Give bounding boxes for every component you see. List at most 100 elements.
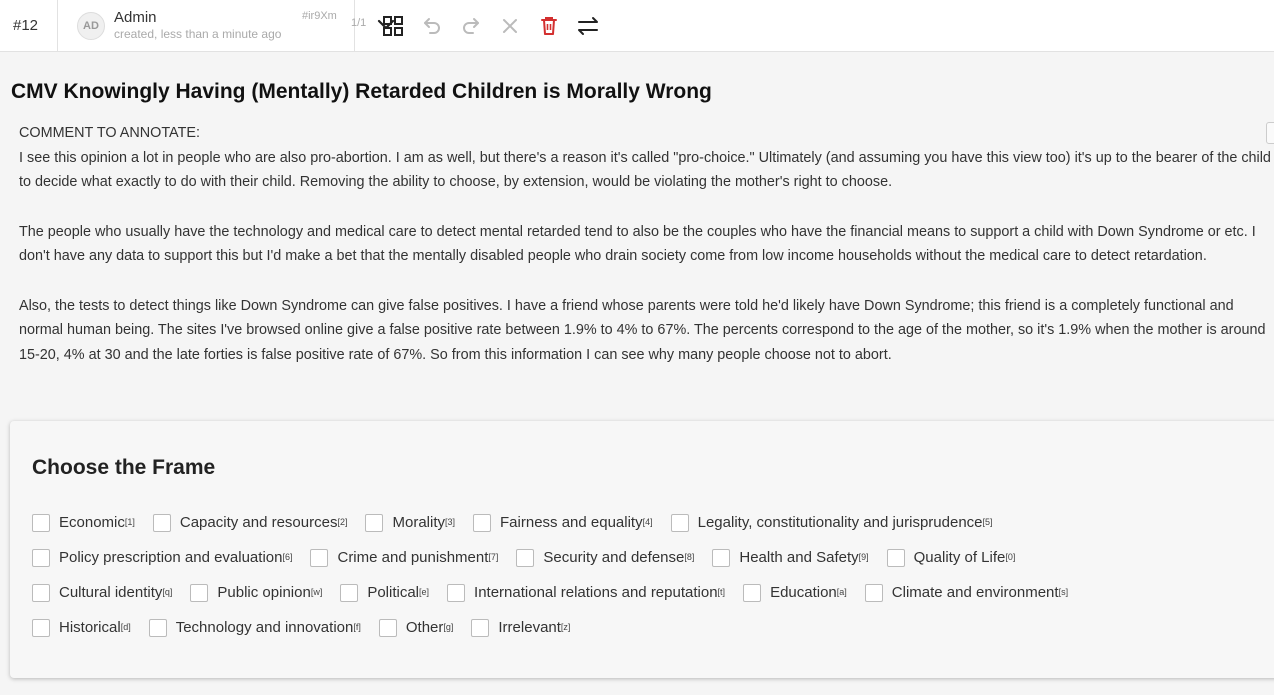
task-id: #12	[0, 0, 58, 52]
comment-paragraph: I see this opinion a lot in people who a…	[19, 149, 1271, 191]
frame-option[interactable]: Legality, constitutionality and jurispru…	[670, 513, 993, 532]
checkbox[interactable]	[340, 583, 359, 602]
frame-option[interactable]: Cultural identity [q]	[32, 583, 173, 602]
hotkey-hint: [t]	[717, 586, 726, 597]
hotkey-hint: [0]	[1005, 551, 1016, 562]
frame-option[interactable]: Technology and innovation [f]	[148, 618, 361, 637]
hotkey-hint: [g]	[443, 621, 454, 632]
frame-option[interactable]: Capacity and resources [2]	[152, 513, 348, 532]
frame-title: Choose the Frame	[32, 456, 216, 479]
annotator-name: Admin	[114, 9, 157, 26]
frame-option-row: Historical [d] Technology and innovation [f…	[32, 610, 1086, 645]
comment-label: COMMENT TO ANNOTATE:	[19, 125, 200, 141]
frame-option-label: Morality	[392, 514, 445, 531]
frame-option[interactable]: Political [e]	[340, 583, 430, 602]
checkbox[interactable]	[190, 583, 209, 602]
hotkey-hint: [w]	[310, 586, 323, 597]
frame-option-label: Quality of Life	[913, 549, 1006, 566]
checkbox[interactable]	[864, 583, 883, 602]
frame-option[interactable]: Policy prescription and evaluation [6]	[32, 548, 293, 567]
comment-text: COMMENT TO ANNOTATE: I see this opinion …	[19, 121, 1274, 392]
hotkey-hint: [d]	[120, 621, 131, 632]
undo-button[interactable]	[412, 8, 451, 44]
hotkey-hint: [s]	[1058, 586, 1069, 597]
checkbox[interactable]	[378, 618, 397, 637]
frame-option-label: Irrelevant	[498, 619, 561, 636]
frame-option-label: Cultural identity	[59, 584, 163, 601]
frame-option[interactable]: Security and defense [8]	[516, 548, 694, 567]
frame-option-row: Economic [1] Capacity and resources [2] Mora…	[32, 505, 1086, 540]
annotation-id: #ir9Xm	[302, 9, 337, 22]
hotkey-hint: [e]	[419, 586, 430, 597]
annotation-selector[interactable]: AD Admin created, less than a minute ago…	[58, 0, 395, 52]
hotkey-hint: [6]	[282, 551, 293, 562]
frame-option-label: Crime and punishment	[337, 549, 489, 566]
frame-option[interactable]: Education [a]	[743, 583, 847, 602]
frame-option[interactable]: Quality of Life [0]	[886, 548, 1016, 567]
frame-option-label: Policy prescription and evaluation	[59, 549, 283, 566]
frame-option-label: Political	[367, 584, 420, 601]
trash-icon	[540, 16, 557, 35]
checkbox[interactable]	[471, 618, 490, 637]
frame-option[interactable]: Irrelevant [z]	[471, 618, 570, 637]
checkbox[interactable]	[670, 513, 689, 532]
frame-option-label: Education	[770, 584, 837, 601]
frame-option-label: Historical	[59, 619, 121, 636]
scroll-handle[interactable]	[1266, 122, 1274, 144]
frame-option[interactable]: Other [g]	[378, 618, 454, 637]
hotkey-hint: [9]	[858, 551, 869, 562]
frame-option-label: Legality, constitutionality and jurispru…	[697, 514, 983, 531]
hotkey-hint: [2]	[337, 516, 348, 527]
frame-option[interactable]: Public opinion [w]	[190, 583, 323, 602]
checkbox[interactable]	[148, 618, 167, 637]
checkbox[interactable]	[310, 548, 329, 567]
frame-choice-panel: Choose the Frame Economic [1] Capacity and…	[10, 421, 1274, 678]
annotation-count: 1/1	[351, 16, 367, 29]
frame-option-label: Capacity and resources	[179, 514, 338, 531]
frame-option-label: Other	[405, 619, 444, 636]
checkbox[interactable]	[365, 513, 384, 532]
frame-option[interactable]: Health and Safety [9]	[712, 548, 869, 567]
frame-option-label: Health and Safety	[739, 549, 859, 566]
frame-option-label: International relations and reputation	[474, 584, 718, 601]
comment-paragraph: Also, the tests to detect things like Do…	[19, 297, 1270, 363]
reset-button[interactable]	[490, 8, 529, 44]
frame-options: Economic [1] Capacity and resources [2] Mora…	[32, 505, 1086, 645]
checkbox[interactable]	[886, 548, 905, 567]
frame-option[interactable]: Morality [3]	[365, 513, 455, 532]
checkbox[interactable]	[32, 583, 50, 602]
checkbox[interactable]	[32, 513, 50, 532]
frame-option-label: Climate and environment	[891, 584, 1059, 601]
checkbox[interactable]	[743, 583, 762, 602]
avatar: AD	[77, 11, 105, 40]
sliders-icon	[577, 16, 598, 35]
hotkey-hint: [4]	[642, 516, 653, 527]
hotkey-hint: [f]	[353, 621, 361, 632]
frame-option[interactable]: International relations and reputation [t…	[447, 583, 726, 602]
checkbox[interactable]	[447, 583, 466, 602]
chevron-down-icon[interactable]	[376, 15, 396, 35]
checkbox[interactable]	[32, 548, 50, 567]
checkbox[interactable]	[32, 618, 50, 637]
settings-button[interactable]	[568, 8, 607, 44]
frame-option[interactable]: Economic [1]	[32, 513, 135, 532]
redo-icon	[462, 17, 479, 34]
hotkey-hint: [7]	[488, 551, 499, 562]
frame-option-row: Cultural identity [q] Public opinion [w] Pol…	[32, 575, 1086, 610]
frame-option-label: Security and defense	[543, 549, 685, 566]
frame-option-label: Fairness and equality	[500, 514, 643, 531]
delete-button[interactable]	[529, 8, 568, 44]
checkbox[interactable]	[473, 513, 492, 532]
frame-option[interactable]: Fairness and equality [4]	[473, 513, 653, 532]
checkbox[interactable]	[712, 548, 731, 567]
redo-button[interactable]	[451, 8, 490, 44]
checkbox[interactable]	[152, 513, 171, 532]
frame-option[interactable]: Climate and environment [s]	[864, 583, 1069, 602]
page-title: CMV Knowingly Having (Mentally) Retarded…	[11, 80, 712, 103]
hotkey-hint: [a]	[836, 586, 847, 597]
frame-option-label: Economic	[59, 514, 125, 531]
frame-option[interactable]: Crime and punishment [7]	[310, 548, 499, 567]
hotkey-hint: [q]	[162, 586, 173, 597]
frame-option[interactable]: Historical [d]	[32, 618, 131, 637]
checkbox[interactable]	[516, 548, 535, 567]
